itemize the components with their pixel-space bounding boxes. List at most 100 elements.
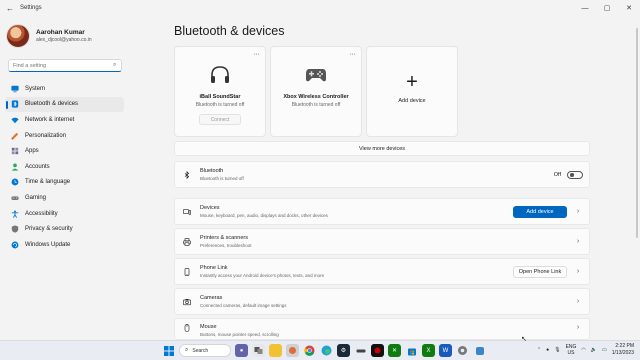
toggle-state-label: Off — [553, 171, 561, 178]
row-subtitle: Mouse, keyboard, pen, audio, displays an… — [200, 212, 328, 218]
system-tray: ⌃ ● 🎙 ENG US ◠ 🔈 ▭ 2:22 PM 1/13/2023 — [537, 343, 634, 356]
add-device-button[interactable]: Add device — [513, 205, 567, 218]
chevron-right-icon[interactable]: › — [571, 324, 585, 331]
microsoft-store-icon[interactable] — [405, 344, 418, 357]
close-button[interactable]: ✕ — [618, 0, 640, 16]
sidebar-item-label: Privacy & security — [25, 226, 73, 233]
plus-icon: + — [406, 71, 418, 93]
game-app-icon[interactable] — [371, 344, 384, 357]
sidebar-item-bluetooth-devices[interactable]: Bluetooth & devices — [5, 96, 124, 113]
search-input[interactable] — [13, 62, 113, 69]
sidebar-item-time-language[interactable]: Time & language — [5, 175, 124, 191]
app-icon[interactable] — [473, 344, 486, 357]
brush-icon — [11, 132, 19, 140]
clock[interactable]: 2:22 PM 1/13/2023 — [612, 343, 634, 356]
chrome-icon[interactable] — [303, 344, 316, 357]
chevron-up-icon[interactable]: ⌃ — [537, 347, 541, 353]
row-title: Phone Link — [200, 265, 228, 272]
row-title: Cameras — [200, 295, 223, 302]
view-more-devices-button[interactable]: View more devices — [174, 141, 590, 156]
sidebar-nav: System Bluetooth & devices Network & int… — [5, 81, 124, 253]
minimize-button[interactable]: — — [574, 0, 596, 16]
sidebar-item-accounts[interactable]: Accounts — [5, 159, 124, 175]
chevron-right-icon[interactable]: › — [571, 268, 585, 275]
connect-button[interactable]: Connect — [199, 114, 241, 125]
speaker-icon[interactable]: 🔈 — [591, 347, 597, 353]
microphone-icon[interactable]: 🎙 — [554, 347, 560, 353]
bluetooth-toggle[interactable] — [567, 170, 583, 179]
file-explorer-icon[interactable] — [269, 344, 282, 357]
devices-row[interactable]: Devices Mouse, keyboard, pen, audio, dis… — [174, 198, 590, 225]
page-title: Bluetooth & devices — [174, 24, 285, 38]
printer-icon — [183, 237, 191, 246]
taskbar-search[interactable]: ⌕ Search — [179, 344, 231, 357]
scrollbar[interactable] — [636, 28, 638, 238]
teams-chat-icon[interactable]: ● — [235, 344, 248, 357]
windows-start-icon[interactable] — [162, 344, 175, 357]
mouse-row[interactable]: Mouse Buttons, mouse pointer speed, scro… — [174, 318, 590, 340]
avatar — [6, 24, 30, 48]
profile-name: Aarohan Kumar — [36, 29, 85, 36]
sidebar-item-label: Bluetooth & devices — [25, 101, 79, 108]
sidebar-item-privacy-security[interactable]: Privacy & security — [5, 221, 124, 237]
settings-gear-icon[interactable] — [456, 344, 469, 357]
chevron-right-icon[interactable]: › — [571, 238, 585, 245]
profile-email: alex_djcool@yahoo.co.in — [36, 37, 92, 43]
sidebar-item-personalization[interactable]: Personalization — [5, 128, 124, 144]
photos-icon[interactable] — [286, 344, 299, 357]
sidebar-item-label: Gaming — [25, 194, 47, 201]
chevron-right-icon[interactable]: › — [571, 208, 585, 215]
row-subtitle: Instantly access your Android device's p… — [200, 272, 325, 278]
more-options-icon[interactable]: ··· — [254, 51, 260, 58]
settings-search-box[interactable]: ⌕ — [8, 59, 122, 72]
user-profile[interactable]: Aarohan Kumar alex_djcool@yahoo.co.in — [6, 24, 92, 48]
person-icon — [11, 163, 19, 171]
printers-scanners-row[interactable]: Printers & scanners Preferences, trouble… — [174, 228, 590, 255]
cameras-row[interactable]: Cameras Connected cameras, default image… — [174, 288, 590, 315]
phone-link-row[interactable]: Phone Link Instantly access your Android… — [174, 258, 590, 285]
sidebar-item-label: Network & internet — [25, 116, 75, 123]
back-arrow-icon[interactable]: ← — [2, 4, 18, 13]
edge-icon[interactable] — [320, 344, 333, 357]
open-phone-link-button[interactable]: Open Phone Link — [513, 265, 567, 278]
search-icon[interactable]: ⌕ — [113, 62, 116, 69]
device-card-iball-soundstar[interactable]: ··· iBall SoundStar Bluetooth is turned … — [174, 46, 266, 137]
maximize-button[interactable]: ▢ — [596, 0, 618, 16]
more-options-icon[interactable]: ··· — [350, 51, 356, 58]
battery-icon[interactable]: ▭ — [602, 347, 607, 353]
sidebar-item-apps[interactable]: Apps — [5, 143, 124, 159]
accessibility-icon — [11, 210, 19, 218]
language-indicator[interactable]: ENG US — [566, 344, 577, 356]
sidebar-item-gaming[interactable]: Gaming — [5, 190, 124, 206]
sidebar-item-network[interactable]: Network & internet — [5, 112, 124, 128]
sidebar-item-label: System — [25, 85, 46, 92]
sidebar-item-label: Accessibility — [25, 210, 58, 217]
sidebar-item-label: Time & language — [25, 179, 71, 186]
device-cards: ··· iBall SoundStar Bluetooth is turned … — [174, 46, 458, 137]
sidebar-item-windows-update[interactable]: Windows Update — [5, 237, 124, 253]
add-device-label: Add device — [398, 98, 426, 104]
window-title: Settings — [20, 5, 42, 11]
mouse-cursor-icon: ↖ — [521, 336, 527, 343]
camera-icon — [183, 298, 191, 306]
row-subtitle: Buttons, mouse pointer speed, scrolling — [200, 331, 279, 337]
chevron-right-icon[interactable]: › — [571, 298, 585, 305]
device-card-xbox-controller[interactable]: ··· Xbox Wireless Controller Bluetooth i… — [270, 46, 362, 137]
fitness-app-icon[interactable] — [354, 344, 367, 357]
steam-icon[interactable]: ⚙ — [337, 344, 350, 357]
word-icon[interactable]: W — [439, 344, 452, 357]
wifi-icon[interactable]: ◠ — [581, 347, 585, 353]
tray-app-icon[interactable]: ● — [546, 347, 549, 353]
row-subtitle: Connected cameras, default image setting… — [200, 302, 287, 308]
sidebar-item-label: Personalization — [25, 132, 67, 139]
sidebar-item-accessibility[interactable]: Accessibility — [5, 206, 124, 222]
add-device-card[interactable]: + Add device — [366, 46, 458, 137]
taskbar: ⌕ Search ● ⚙ ✕ X W ⌃ ● 🎙 ENG US ◠ 🔈 ▭ 2:… — [0, 340, 640, 360]
row-title: Devices — [200, 205, 220, 212]
sidebar-item-system[interactable]: System — [5, 81, 124, 97]
region-code: US — [567, 349, 575, 356]
xbox-icon[interactable]: ✕ — [388, 344, 401, 357]
task-view-icon[interactable] — [252, 344, 265, 357]
excel-icon[interactable]: X — [422, 344, 435, 357]
sidebar-item-label: Apps — [25, 148, 39, 155]
